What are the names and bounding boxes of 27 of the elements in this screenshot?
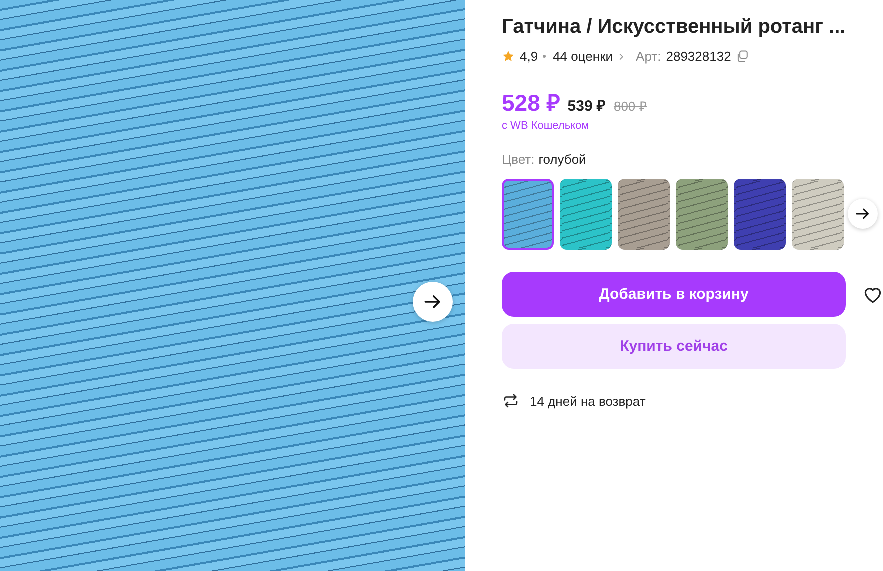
- reviews-link[interactable]: 44 оценки: [553, 49, 614, 64]
- next-image-button[interactable]: [413, 282, 453, 322]
- copy-icon[interactable]: [736, 50, 750, 63]
- color-swatch[interactable]: [792, 179, 844, 250]
- color-swatch[interactable]: [676, 179, 728, 250]
- product-title: Гатчина / Искусственный ротанг ...: [502, 16, 846, 39]
- wallet-note: с WB Кошельком: [502, 120, 590, 132]
- return-policy: 14 дней на возврат: [530, 394, 646, 408]
- add-to-cart-button[interactable]: Добавить в корзину: [502, 272, 846, 317]
- color-label: Цвет:: [502, 152, 535, 167]
- color-swatch[interactable]: [618, 179, 670, 250]
- next-swatches-button[interactable]: [848, 199, 878, 229]
- separator-dot-icon: [543, 55, 546, 58]
- current-price: 528 ₽: [502, 89, 560, 118]
- color-swatch[interactable]: [502, 179, 554, 250]
- rating-value: 4,9: [520, 49, 538, 64]
- wallet-price: 539 ₽: [568, 97, 606, 115]
- color-value: голубой: [538, 152, 586, 167]
- color-swatch[interactable]: [734, 179, 786, 250]
- article-number: 289328132: [666, 49, 732, 64]
- article-label: Арт:: [636, 49, 662, 64]
- old-price: 800 ₽: [614, 98, 648, 115]
- star-icon: [502, 50, 515, 63]
- chevron-right-icon: [618, 52, 626, 60]
- color-swatch[interactable]: [560, 179, 612, 250]
- return-arrows-icon: [502, 392, 520, 410]
- buy-now-button[interactable]: Купить сейчас: [502, 324, 846, 369]
